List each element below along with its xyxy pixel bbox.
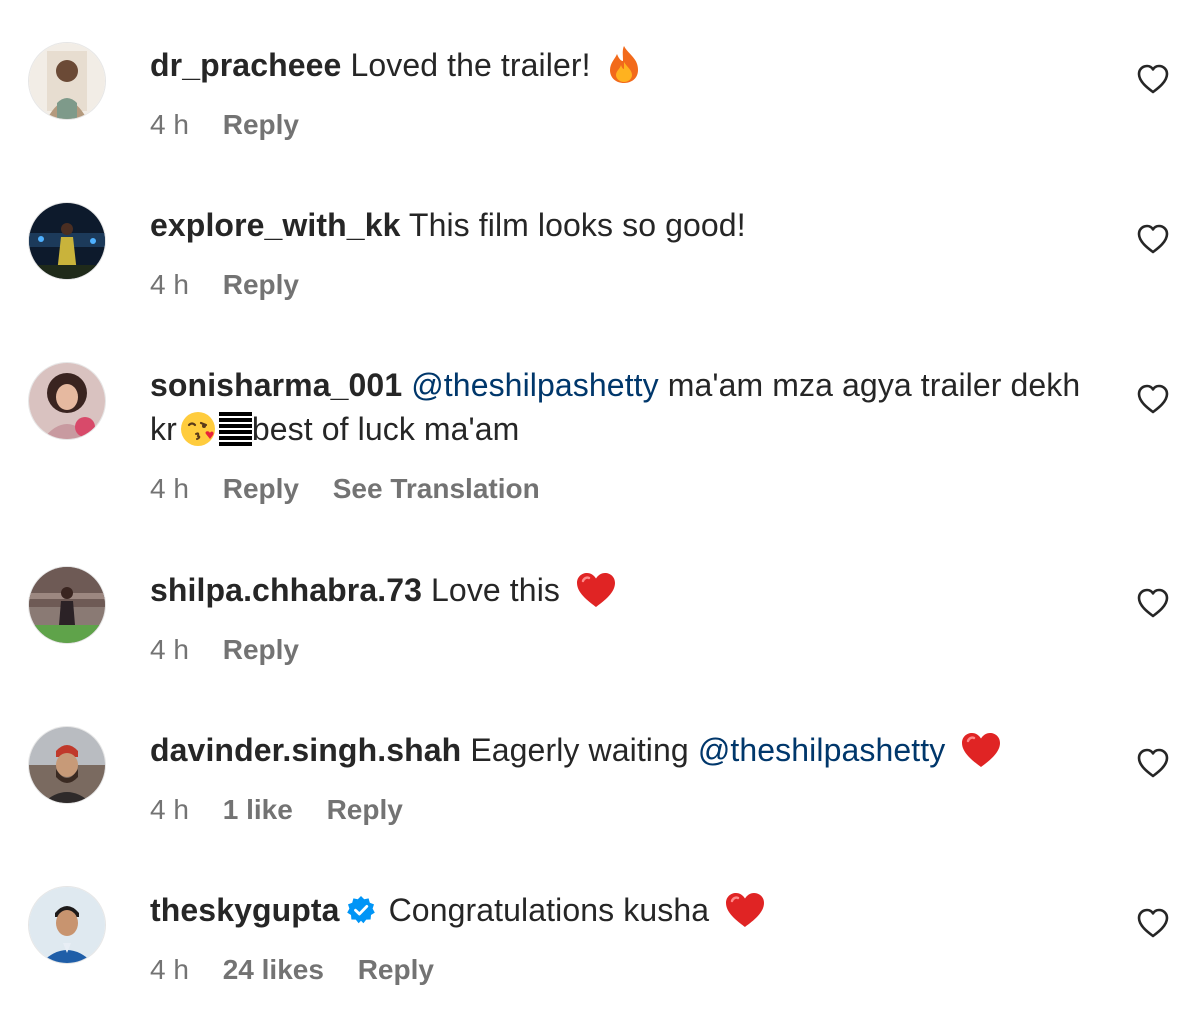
- comment-text: Loved the trailer!: [350, 47, 591, 83]
- comment-text-continued: best of luck ma'am: [251, 411, 520, 447]
- comment-body: dr_pracheee Loved the trailer!: [150, 43, 1090, 87]
- like-heart-icon[interactable]: [1137, 384, 1169, 414]
- reply-button[interactable]: Reply: [223, 109, 299, 140]
- username[interactable]: theskygupta: [150, 892, 340, 928]
- comment-text: This film looks so good!: [408, 207, 746, 243]
- avatar[interactable]: [29, 887, 105, 963]
- comment-meta: 4 h Reply: [150, 268, 325, 302]
- like-heart-icon[interactable]: [1137, 908, 1169, 938]
- like-heart-icon[interactable]: [1137, 748, 1169, 778]
- timestamp[interactable]: 4 h: [150, 634, 189, 665]
- username[interactable]: dr_pracheee: [150, 47, 341, 83]
- kissing-face-emoji-icon: [179, 410, 217, 448]
- comment-body: davinder.singh.shah Eagerly waiting @the…: [150, 728, 1090, 772]
- barcode-glyph-icon: [218, 412, 252, 446]
- avatar[interactable]: [29, 363, 105, 439]
- comment-text: Congratulations kusha: [388, 892, 710, 928]
- red-heart-emoji-icon: [724, 891, 766, 929]
- comment-text: Love this: [431, 572, 561, 608]
- reply-button[interactable]: Reply: [327, 794, 403, 825]
- timestamp[interactable]: 4 h: [150, 473, 189, 504]
- avatar[interactable]: [29, 727, 105, 803]
- comment-body: theskygupta Congratulations kusha: [150, 888, 1090, 936]
- avatar[interactable]: [29, 567, 105, 643]
- reply-button[interactable]: Reply: [223, 473, 299, 504]
- timestamp[interactable]: 4 h: [150, 794, 189, 825]
- comment-meta: 4 h Reply: [150, 633, 325, 667]
- comment-meta: 4 h 24 likes Reply: [150, 953, 460, 987]
- like-heart-icon[interactable]: [1137, 224, 1169, 254]
- mention-link[interactable]: @theshilpashetty: [698, 732, 946, 768]
- red-heart-emoji-icon: [575, 571, 617, 609]
- comment-body: explore_with_kk This film looks so good!: [150, 203, 1090, 247]
- comment-text: Eagerly waiting: [470, 732, 689, 768]
- comment-body: sonisharma_001 @theshilpashetty ma'am mz…: [150, 363, 1090, 451]
- like-heart-icon[interactable]: [1137, 588, 1169, 618]
- reply-button[interactable]: Reply: [223, 634, 299, 665]
- username[interactable]: davinder.singh.shah: [150, 732, 461, 768]
- red-heart-emoji-icon: [960, 731, 1002, 769]
- timestamp[interactable]: 4 h: [150, 109, 189, 140]
- avatar[interactable]: [29, 203, 105, 279]
- comment-meta: 4 h Reply: [150, 108, 325, 142]
- fire-emoji-icon: [606, 44, 642, 84]
- mention-link[interactable]: @theshilpashetty: [411, 367, 659, 403]
- verified-badge-icon: [346, 892, 376, 936]
- reply-button[interactable]: Reply: [223, 269, 299, 300]
- username[interactable]: sonisharma_001: [150, 367, 402, 403]
- username[interactable]: shilpa.chhabra.73: [150, 572, 422, 608]
- timestamp[interactable]: 4 h: [150, 954, 189, 985]
- like-heart-icon[interactable]: [1137, 64, 1169, 94]
- comment-meta: 4 h Reply See Translation: [150, 472, 566, 506]
- timestamp[interactable]: 4 h: [150, 269, 189, 300]
- likes-count[interactable]: 1 like: [223, 794, 293, 825]
- reply-button[interactable]: Reply: [358, 954, 434, 985]
- username[interactable]: explore_with_kk: [150, 207, 401, 243]
- comment-body: shilpa.chhabra.73 Love this: [150, 568, 1090, 612]
- likes-count[interactable]: 24 likes: [223, 954, 324, 985]
- see-translation-button[interactable]: See Translation: [333, 473, 540, 504]
- avatar[interactable]: [29, 43, 105, 119]
- comment-meta: 4 h 1 like Reply: [150, 793, 429, 827]
